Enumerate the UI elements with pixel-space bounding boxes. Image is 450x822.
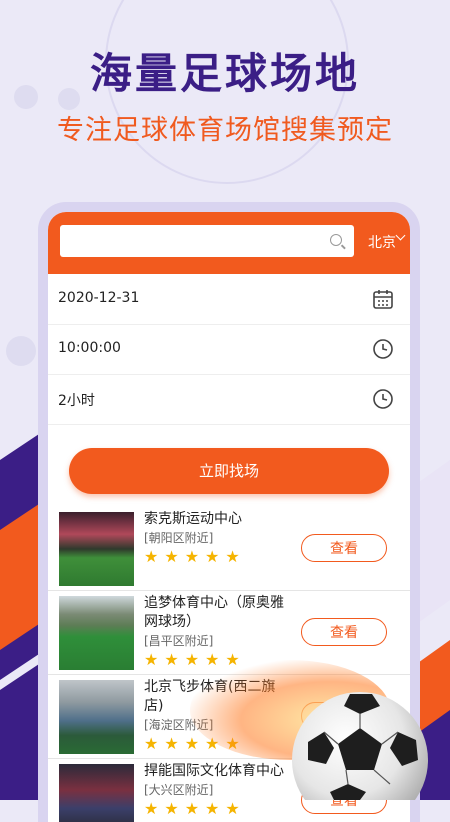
venue-item[interactable]: 索克斯运动中心 [朝阳区附近] ★★★★★ 查看 <box>48 506 410 591</box>
time-row[interactable]: 10:00:00 <box>48 324 410 375</box>
venue-area: [大兴区附近] <box>144 783 214 797</box>
date-value: 2020-12-31 <box>58 290 140 306</box>
hero-subtitle: 专注足球体育场馆搜集预定 <box>57 115 393 146</box>
view-button[interactable]: 查看 <box>301 618 387 646</box>
venue-info: 追梦体育中心（原奥雅网球场） [昌平区附近] ★★★★★ <box>144 594 294 670</box>
city-selector[interactable]: 北京 <box>368 232 396 252</box>
search-input[interactable] <box>68 225 332 257</box>
venue-info: 索克斯运动中心 [朝阳区附近] ★★★★★ <box>144 510 294 567</box>
venue-photo <box>59 764 134 822</box>
calendar-icon[interactable] <box>372 288 394 310</box>
venue-info: 捍能国际文化体育中心 [大兴区附近] ★★★★★ <box>144 762 294 819</box>
venue-photo <box>59 680 134 754</box>
venue-item[interactable]: 追梦体育中心（原奥雅网球场） [昌平区附近] ★★★★★ 查看 <box>48 590 410 675</box>
duration-value: 2小时 <box>58 393 95 409</box>
venue-area: [昌平区附近] <box>144 634 214 648</box>
chevron-down-icon[interactable] <box>395 230 406 241</box>
find-venue-button[interactable]: 立即找场 <box>69 448 389 494</box>
venue-area: [朝阳区附近] <box>144 531 214 545</box>
search-box[interactable] <box>60 225 354 257</box>
search-icon[interactable] <box>330 234 342 246</box>
venue-name: 捍能国际文化体育中心 <box>144 763 284 779</box>
search-bar: 北京 <box>48 212 410 274</box>
clock-icon[interactable] <box>372 338 394 360</box>
venue-name: 索克斯运动中心 <box>144 511 242 527</box>
duration-row[interactable]: 2小时 <box>48 374 410 425</box>
venue-name: 追梦体育中心（原奥雅网球场） <box>144 595 284 630</box>
time-value: 10:00:00 <box>58 340 121 356</box>
clock-icon[interactable] <box>372 388 394 410</box>
rating-stars: ★★★★★ <box>144 799 246 818</box>
background-dot <box>6 336 36 366</box>
view-button[interactable]: 查看 <box>301 534 387 562</box>
venue-photo <box>59 596 134 670</box>
date-row[interactable]: 2020-12-31 <box>48 274 410 325</box>
rating-stars: ★★★★★ <box>144 547 246 566</box>
soccer-ball-icon <box>292 692 428 800</box>
venue-photo <box>59 512 134 586</box>
hero-title: 海量足球场地 <box>89 49 360 98</box>
